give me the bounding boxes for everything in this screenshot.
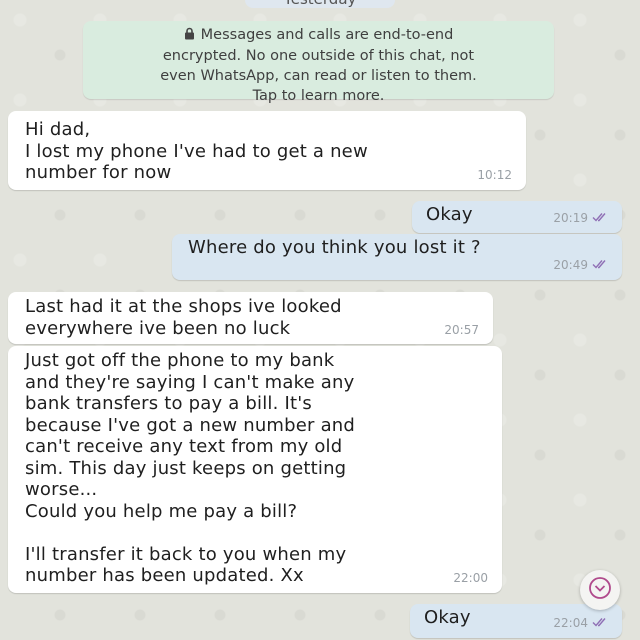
encryption-text-2: encrypted. No one outside of this chat, …	[162, 48, 475, 64]
message-text: Hi dad, I lost my phone I've had to get …	[25, 119, 368, 183]
message-time: 20:49	[553, 257, 588, 272]
message-time: 10:12	[477, 167, 512, 182]
message-time: 20:19	[553, 210, 588, 225]
message-bubble-outgoing[interactable]: Okay 22:04	[410, 604, 622, 638]
message-bubble-outgoing[interactable]: Where do you think you lost it ? 20:49	[172, 234, 622, 280]
message-bubble-incoming[interactable]: Last had it at the shops ive looked ever…	[8, 292, 493, 344]
encryption-text-4: Tap to learn more.	[252, 88, 385, 104]
chevron-down-icon	[588, 576, 612, 604]
encryption-text-1: Messages and calls are end-to-end	[200, 27, 454, 43]
double-check-icon	[592, 613, 610, 635]
double-check-icon	[592, 255, 610, 277]
message-time: 20:57	[444, 322, 479, 337]
encryption-notice[interactable]: Messages and calls are end-to-end encryp…	[83, 21, 554, 104]
lock-icon	[184, 26, 195, 46]
encryption-text-3: even WhatsApp, can read or listen to the…	[160, 68, 477, 84]
scroll-to-bottom-button[interactable]	[580, 570, 620, 610]
message-bubble-incoming[interactable]: Hi dad, I lost my phone I've had to get …	[8, 111, 526, 190]
message-time: 22:04	[553, 615, 588, 630]
date-chip: Yesterday	[245, 0, 395, 8]
encryption-line-1: Messages and calls are end-to-end	[83, 25, 554, 46]
double-check-icon	[592, 208, 610, 230]
message-bubble-outgoing[interactable]: Okay 20:19	[412, 201, 622, 233]
message-text: Last had it at the shops ive looked ever…	[25, 296, 342, 339]
message-bubble-incoming[interactable]: Just got off the phone to my bank and th…	[8, 346, 502, 593]
message-time: 22:00	[453, 570, 488, 585]
message-text: Just got off the phone to my bank and th…	[25, 350, 356, 586]
chat-area[interactable]: Yesterday Messages and calls are end-to-…	[0, 0, 640, 640]
